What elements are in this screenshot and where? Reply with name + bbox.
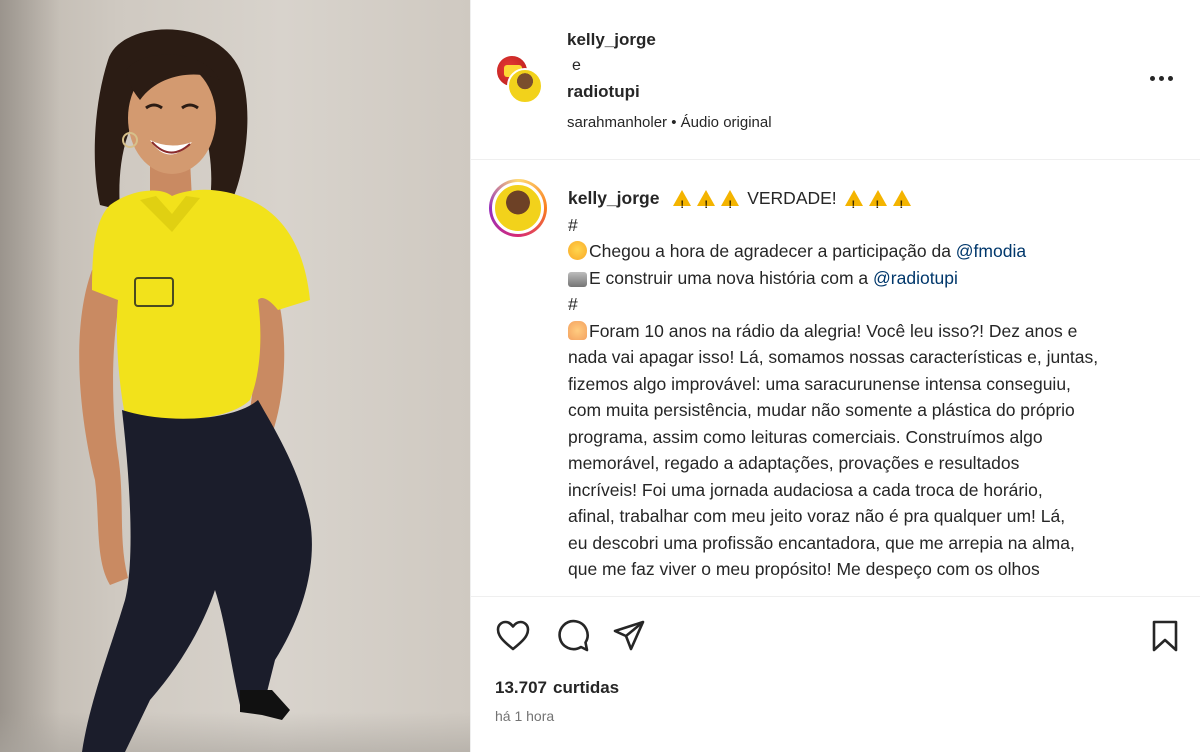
caption-body-line: incríveis! Foi uma jornada audaciosa a c… [568, 479, 1043, 500]
caption-headline-line: kelly_jorge VERDADE! [568, 185, 1178, 219]
author-username-kelly-jorge[interactable]: kelly_jorge [567, 30, 656, 50]
warning-emoji-icon [844, 190, 863, 219]
share-button[interactable] [611, 618, 647, 654]
warning-emoji-icon [868, 190, 887, 219]
likes-count[interactable]: 13.707 curtidas [495, 678, 619, 698]
save-button[interactable] [1147, 618, 1183, 654]
caption-body-line: fizemos algo improvável: uma saracurunen… [568, 373, 1071, 394]
post-header: kelly_jorge e radiotupi sarahmanholer • … [471, 0, 1200, 160]
post-media-photo[interactable] [0, 0, 470, 752]
more-options-dot [1167, 75, 1173, 81]
like-button[interactable] [495, 618, 531, 654]
caption-thanks-line: Chegou a hora de agradecer a participaçã… [568, 238, 1178, 265]
caption-body-line: memorável, regado a adaptações, provaçõe… [568, 453, 1020, 473]
warning-emoji-icon [892, 190, 911, 219]
caption-body-line: afinal, trabalhar com meu jeito voraz nã… [568, 506, 1066, 526]
woman-in-yellow-shirt-illustration [79, 29, 312, 752]
teary-face-emoji-icon [568, 241, 587, 260]
mention-fmodia[interactable]: @fmodia [956, 241, 1026, 261]
audio-original-link[interactable]: Áudio original [681, 114, 772, 131]
audio-separator: • [667, 114, 681, 131]
radio-emoji-icon [568, 271, 587, 287]
caption-new-text: E construir uma nova história com a [589, 267, 874, 288]
praying-hands-emoji-icon [568, 320, 587, 340]
caption-author-avatar[interactable] [489, 179, 547, 237]
caption-hash-line: # [568, 214, 578, 235]
comment-icon [558, 619, 589, 652]
caption-body-line: nada vai apagar isso! Lá, somamos nossas… [568, 347, 1099, 367]
author-username-radiotupi[interactable]: radiotupi [567, 82, 640, 102]
post-timestamp[interactable]: há 1 hora [495, 708, 554, 724]
kelly-jorge-avatar[interactable] [507, 68, 543, 104]
mention-radiotupi[interactable]: @radiotupi [873, 268, 958, 288]
post-caption-area: kelly_jorge VERDADE! # Chegou a hora de … [471, 161, 1200, 597]
caption-text: kelly_jorge VERDADE! # Chegou a hora de … [568, 185, 1178, 583]
caption-hash-line-2: # [568, 294, 578, 314]
share-icon [613, 620, 645, 651]
caption-body-line: programa, assim como leituras comerciais… [568, 426, 1043, 447]
likes-number: 13.707 [495, 678, 547, 697]
avatar-image [492, 182, 544, 234]
caption-headline: VERDADE! [747, 188, 837, 208]
post-actions-bar [471, 598, 1200, 668]
comment-button[interactable] [555, 618, 591, 654]
caption-thanks-text: Chegou a hora de agradecer a participaçã… [589, 241, 956, 261]
author-joiner: e [572, 57, 581, 74]
caption-body-text: Foram 10 anos na rádio da alegria! Você … [589, 320, 1078, 341]
audio-attribution: sarahmanholer • Áudio original [567, 114, 772, 131]
caption-username[interactable]: kelly_jorge [568, 188, 659, 208]
caption-new-line: E construir uma nova história com a @rad… [568, 265, 1178, 292]
bookmark-icon [1152, 620, 1178, 652]
more-options-icon [1149, 75, 1155, 81]
audio-creator-link[interactable]: sarahmanholer [567, 114, 667, 131]
caption-body-line: que me faz viver o meu propósito! Me des… [568, 559, 1040, 579]
warning-emoji-icon [673, 190, 692, 219]
post-side-panel: kelly_jorge e radiotupi sarahmanholer • … [470, 0, 1200, 752]
heart-icon [496, 620, 530, 651]
warning-emoji-icon [721, 190, 740, 219]
warning-emoji-icon [697, 190, 716, 219]
caption-body-line: Foram 10 anos na rádio da alegria! Você … [568, 318, 1178, 345]
caption-body-line: eu descobri uma profissão encantadora, q… [568, 532, 1075, 553]
likes-label: curtidas [553, 678, 620, 697]
caption-body-line: com muita persistência, mudar não soment… [568, 400, 1075, 420]
more-options-dot [1158, 75, 1164, 81]
more-options-button[interactable] [1145, 64, 1177, 92]
collab-avatars[interactable] [495, 54, 547, 106]
